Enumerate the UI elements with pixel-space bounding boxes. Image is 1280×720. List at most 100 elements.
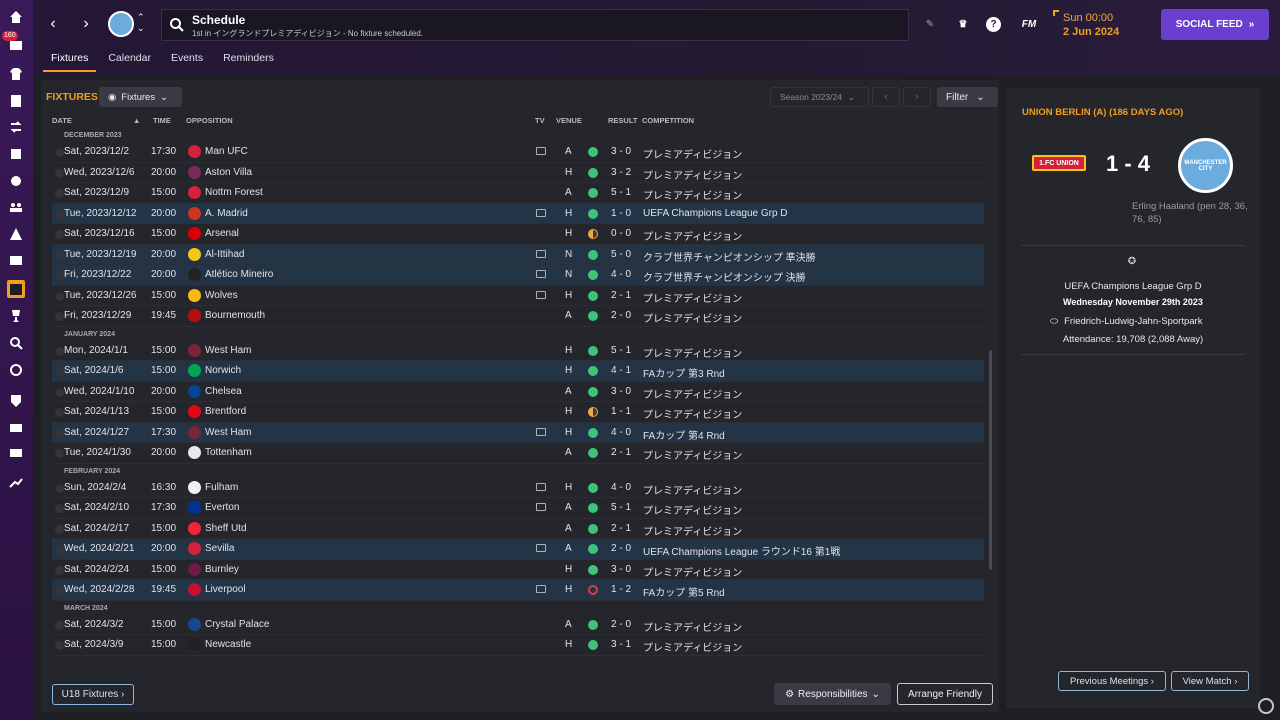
training-icon[interactable] xyxy=(7,225,25,243)
view-dropdown[interactable]: ◉ Fixtures ⌄ xyxy=(99,87,182,107)
back-button[interactable]: ‹ xyxy=(43,14,63,34)
score[interactable]: 5 - 1 xyxy=(611,502,631,513)
score[interactable]: 3 - 0 xyxy=(611,564,631,575)
opponent-name[interactable]: Crystal Palace xyxy=(205,619,269,630)
competition[interactable]: プレミアディビジョン xyxy=(643,345,742,360)
refresh-icon[interactable] xyxy=(7,361,25,379)
competition[interactable]: UEFA Champions League ラウンド16 第1戦 xyxy=(643,543,840,558)
competition[interactable]: プレミアディビジョン xyxy=(643,228,742,243)
tactics-icon[interactable] xyxy=(7,92,25,110)
score[interactable]: 1 - 1 xyxy=(611,406,631,417)
scouting-icon[interactable] xyxy=(7,172,25,190)
briefcase-icon[interactable] xyxy=(7,418,25,436)
fixture-row[interactable]: Wed, 2024/1/10 20:00 Chelsea A 3 - 0 プレミアディビジ… xyxy=(52,382,984,402)
fixture-row[interactable]: Sat, 2024/2/10 17:30 Everton A 5 - 1 プレミアディビジ… xyxy=(52,498,984,519)
tab-reminders[interactable]: Reminders xyxy=(215,50,282,72)
fixture-row[interactable]: Sat, 2024/3/2 15:00 Crystal Palace A 2 - 0 プレ… xyxy=(52,615,984,635)
score[interactable]: 5 - 1 xyxy=(611,187,631,198)
fixture-row[interactable]: Sat, 2024/1/6 15:00 Norwich H 4 - 1 FAカップ 第3 … xyxy=(52,361,984,382)
row-select-icon[interactable] xyxy=(55,148,64,157)
score[interactable]: 2 - 1 xyxy=(611,290,631,301)
col-date[interactable]: DATE xyxy=(52,116,72,125)
score[interactable]: 1 - 0 xyxy=(611,208,631,219)
fixture-row[interactable]: Sat, 2023/12/2 17:30 Man UFC A 3 - 0 プレミアディビジ… xyxy=(52,142,984,163)
club-crest-icon[interactable] xyxy=(108,11,134,37)
opponent-name[interactable]: Everton xyxy=(205,502,239,513)
competition[interactable]: プレミアディビジョン xyxy=(643,482,742,497)
squad-icon[interactable] xyxy=(7,65,25,83)
opponent-name[interactable]: Bournemouth xyxy=(205,310,265,321)
opponent-name[interactable]: Man UFC xyxy=(205,146,248,157)
fixture-row[interactable]: Sun, 2024/2/4 16:30 Fulham H 4 - 0 プレミアディビジョン xyxy=(52,478,984,498)
row-select-icon[interactable] xyxy=(55,168,64,178)
row-select-icon[interactable] xyxy=(55,428,64,438)
opponent-name[interactable]: Liverpool xyxy=(205,584,246,595)
competition[interactable]: プレミアディビジョン xyxy=(643,564,742,579)
score[interactable]: 1 - 2 xyxy=(611,584,631,595)
fm-logo[interactable]: FM xyxy=(1018,15,1040,33)
competition[interactable]: プレミアディビジョン xyxy=(643,619,742,634)
competition[interactable]: プレミアディビジョン xyxy=(643,310,742,325)
fixture-row[interactable]: Wed, 2023/12/6 20:00 Aston Villa H 3 - 2 プレミア… xyxy=(52,163,984,183)
row-select-icon[interactable] xyxy=(55,483,64,493)
row-select-icon[interactable] xyxy=(55,189,64,198)
opponent-name[interactable]: Tottenham xyxy=(205,447,252,458)
col-time[interactable]: TIME xyxy=(153,116,171,125)
score[interactable]: 4 - 0 xyxy=(611,482,631,493)
competition[interactable]: プレミアディビジョン xyxy=(643,187,742,202)
score[interactable]: 3 - 0 xyxy=(611,386,631,397)
tab-calendar[interactable]: Calendar xyxy=(100,50,159,72)
row-select-icon[interactable] xyxy=(55,271,64,280)
competition[interactable]: プレミアディビジョン xyxy=(643,167,742,182)
edit-icon[interactable]: ✎ xyxy=(921,15,939,33)
next-season-button[interactable]: › xyxy=(903,87,931,107)
competitions-icon[interactable] xyxy=(7,307,25,325)
score[interactable]: 0 - 0 xyxy=(611,228,631,239)
fixture-row[interactable]: Tue, 2023/12/26 15:00 Wolves H 2 - 1 プレミアディビジ… xyxy=(52,286,984,306)
opponent-name[interactable]: Brentford xyxy=(205,406,246,417)
fixture-row[interactable]: Fri, 2023/12/29 19:45 Bournemouth A 2 - 0 プレミ… xyxy=(52,306,984,327)
responsibilities-button[interactable]: ⚙ Responsibilities ⌄ xyxy=(774,683,891,705)
row-select-icon[interactable] xyxy=(55,524,64,534)
opponent-name[interactable]: Newcastle xyxy=(205,639,251,650)
opponent-name[interactable]: West Ham xyxy=(205,345,252,356)
search-icon[interactable] xyxy=(7,334,25,352)
fixture-row[interactable]: Tue, 2024/1/30 20:00 Tottenham A 2 - 1 プレミアディ… xyxy=(52,443,984,464)
view-match-button[interactable]: View Match › xyxy=(1171,671,1249,691)
score[interactable]: 4 - 0 xyxy=(611,269,631,280)
fixture-row[interactable]: Sat, 2024/1/27 17:30 West Ham H 4 - 0 FAカップ 第… xyxy=(52,422,984,443)
competition[interactable]: プレミアディビジョン xyxy=(643,290,742,305)
opponent-name[interactable]: Sheff Utd xyxy=(205,523,247,534)
score[interactable]: 2 - 1 xyxy=(611,523,631,534)
social-feed-button[interactable]: SOCIAL FEED » xyxy=(1161,9,1269,40)
fixture-row[interactable]: Sat, 2024/1/13 15:00 Brentford H 1 - 1 プレミアディ… xyxy=(52,402,984,423)
row-select-icon[interactable] xyxy=(55,586,64,595)
row-select-icon[interactable] xyxy=(55,545,64,554)
stadium[interactable]: ⬭ Friedrich-Ludwig-Jahn-Sportpark xyxy=(1050,316,1202,327)
fixture-row[interactable]: Sat, 2024/2/24 15:00 Burnley H 3 - 0 プレミアディビジ… xyxy=(52,560,984,580)
competition[interactable]: クラブ世界チャンピオンシップ 準決勝 xyxy=(643,249,816,264)
prev-season-button[interactable]: ‹ xyxy=(872,87,900,107)
row-select-icon[interactable] xyxy=(55,230,64,239)
row-select-icon[interactable] xyxy=(55,449,64,458)
competition[interactable]: FAカップ 第5 Rnd xyxy=(643,584,725,599)
row-select-icon[interactable] xyxy=(55,312,64,321)
help-circle-icon[interactable] xyxy=(1258,698,1274,714)
man-city-crest-icon[interactable]: MANCHESTER CITY xyxy=(1178,138,1233,193)
score[interactable]: 5 - 1 xyxy=(611,345,631,356)
filter-button[interactable]: Filter ⌄ xyxy=(937,87,998,107)
col-competition[interactable]: COMPETITION xyxy=(642,116,694,125)
home-icon[interactable] xyxy=(7,8,25,26)
row-select-icon[interactable] xyxy=(55,565,64,575)
help-icon[interactable]: ? xyxy=(986,17,1001,32)
score[interactable]: 3 - 1 xyxy=(611,639,631,650)
opponent-name[interactable]: Burnley xyxy=(205,564,239,575)
competition[interactable]: クラブ世界チャンピオンシップ 決勝 xyxy=(643,269,806,284)
opponent-name[interactable]: Al-Ittihad xyxy=(205,249,244,260)
fixture-row[interactable]: Sat, 2023/12/9 15:00 Nottm Forest A 5 - 1 プレミ… xyxy=(52,183,984,204)
col-tv[interactable]: TV xyxy=(535,116,545,125)
club-icon[interactable] xyxy=(7,392,25,410)
search-box[interactable]: Schedule 1st in イングランドプレミアディビジョン - No fi… xyxy=(161,9,909,41)
previous-meetings-button[interactable]: Previous Meetings › xyxy=(1058,671,1166,691)
row-select-icon[interactable] xyxy=(55,504,64,513)
